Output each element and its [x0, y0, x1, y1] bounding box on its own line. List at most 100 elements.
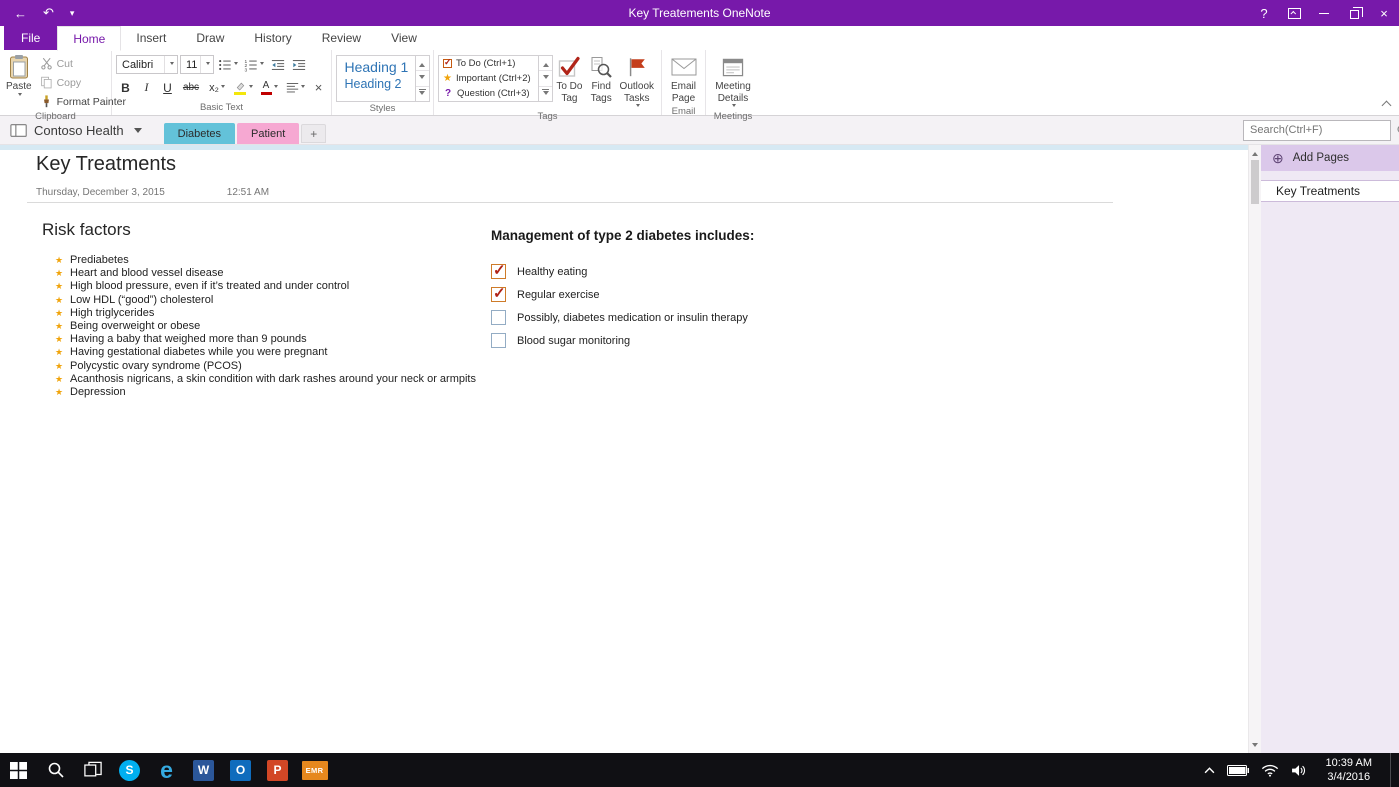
underline-button[interactable]: U	[158, 78, 177, 97]
strikethrough-button[interactable]: abc	[179, 78, 203, 97]
risk-item-text[interactable]: Polycystic ovary syndrome (PCOS)	[70, 360, 242, 373]
checklist-item[interactable]: Possibly, diabetes medication or insulin…	[491, 306, 754, 329]
style-heading-1[interactable]: Heading 1	[337, 56, 415, 76]
todo-tag-button[interactable]: To Do Tag	[553, 53, 586, 110]
risk-item-text[interactable]: Being overweight or obese	[70, 320, 200, 333]
tag-important-item[interactable]: ★ Important (Ctrl+2)	[439, 71, 538, 86]
volume-icon[interactable]	[1291, 764, 1308, 777]
help-button[interactable]: ?	[1249, 0, 1279, 26]
qat-customize-icon[interactable]: ▾	[70, 8, 75, 19]
tab-insert[interactable]: Insert	[121, 26, 181, 50]
tags-scroll-down-button[interactable]	[539, 71, 552, 87]
risk-item-text[interactable]: Having gestational diabetes while you we…	[70, 346, 327, 359]
taskbar-clock[interactable]: 10:39 AM 3/4/2016	[1320, 756, 1378, 785]
collapse-ribbon-icon[interactable]	[1381, 100, 1392, 111]
email-page-button[interactable]: Email Page	[666, 53, 701, 105]
checklist-item-text[interactable]: Regular exercise	[517, 289, 600, 301]
tab-view[interactable]: View	[376, 26, 432, 50]
risk-list-item[interactable]: ★ Heart and blood vessel disease	[42, 267, 476, 280]
management-heading[interactable]: Management of type 2 diabetes includes:	[491, 228, 754, 243]
bullets-button[interactable]	[216, 55, 240, 74]
risk-item-text[interactable]: Having a baby that weighed more than 9 p…	[70, 333, 307, 346]
tag-todo-item[interactable]: To Do (Ctrl+1)	[439, 56, 538, 71]
page-title[interactable]: Key Treatments	[36, 153, 176, 176]
styles-scroll-down-button[interactable]	[415, 71, 429, 87]
notebook-dropdown[interactable]: Contoso Health	[0, 123, 142, 138]
outlook-tasks-button[interactable]: Outlook Tasks	[617, 53, 657, 110]
font-color-button[interactable]: A	[257, 78, 281, 97]
todo-checkbox[interactable]	[491, 310, 506, 325]
back-icon[interactable]: ←	[14, 6, 27, 21]
skype-button[interactable]: S	[111, 753, 148, 787]
numbering-button[interactable]: 123	[242, 55, 266, 74]
font-size-select[interactable]: 11	[180, 55, 214, 74]
bold-button[interactable]: B	[116, 78, 135, 97]
show-desktop-button[interactable]	[1390, 753, 1395, 787]
scroll-down-button[interactable]	[1249, 739, 1261, 753]
task-view-button[interactable]	[74, 753, 111, 787]
wifi-icon[interactable]	[1261, 764, 1279, 777]
vertical-scrollbar[interactable]	[1248, 145, 1261, 753]
search-input[interactable]	[1244, 124, 1396, 136]
add-section-button[interactable]: +	[301, 124, 327, 143]
paragraph-alignment-button[interactable]	[283, 78, 307, 97]
checklist-item[interactable]: Regular exercise	[491, 283, 754, 306]
scrollbar-thumb[interactable]	[1251, 160, 1259, 204]
risk-list-item[interactable]: ★ Acanthosis nigricans, a skin condition …	[42, 373, 476, 386]
tab-review[interactable]: Review	[307, 26, 376, 50]
scroll-up-button[interactable]	[1249, 145, 1261, 159]
font-name-select[interactable]: Calibri	[116, 55, 178, 74]
tags-scroll-up-button[interactable]	[539, 56, 552, 72]
meeting-details-button[interactable]: Meeting Details	[710, 53, 756, 110]
close-button[interactable]: ×	[1369, 0, 1399, 26]
clear-formatting-button[interactable]: ×	[309, 78, 328, 97]
emr-app-button[interactable]: EMR	[296, 753, 333, 787]
find-tags-button[interactable]: Find Tags	[586, 53, 617, 110]
risk-list-item[interactable]: ★ Low HDL (“good”) cholesterol	[42, 294, 476, 307]
risk-item-text[interactable]: Low HDL (“good”) cholesterol	[70, 294, 213, 307]
tab-history[interactable]: History	[239, 26, 306, 50]
risk-item-text[interactable]: Prediabetes	[70, 254, 129, 267]
page-canvas[interactable]: Key Treatments Thursday, December 3, 201…	[0, 145, 1248, 753]
edge-button[interactable]: e	[148, 753, 185, 787]
risk-factors-outline[interactable]: Risk factors ★ Prediabetes ★ Heart and blo…	[42, 220, 476, 399]
checklist-item-text[interactable]: Blood sugar monitoring	[517, 335, 630, 347]
add-pages-button[interactable]: ⊕ Add Pages	[1261, 145, 1399, 171]
tab-file[interactable]: File	[4, 26, 58, 50]
todo-checkbox[interactable]	[491, 333, 506, 348]
risk-list-item[interactable]: ★ Being overweight or obese	[42, 320, 476, 333]
risk-item-text[interactable]: Depression	[70, 386, 126, 399]
styles-scroll-up-button[interactable]	[415, 56, 429, 72]
todo-checkbox[interactable]	[491, 261, 506, 279]
tag-question-item[interactable]: ? Question (Ctrl+3)	[439, 86, 538, 101]
risk-list-item[interactable]: ★ Depression	[42, 386, 476, 399]
text-highlight-button[interactable]	[231, 78, 255, 97]
word-button[interactable]: W	[185, 753, 222, 787]
risk-list-item[interactable]: ★ High blood pressure, even if it’s treat…	[42, 280, 476, 293]
powerpoint-button[interactable]: P	[259, 753, 296, 787]
paste-button[interactable]: Paste	[4, 53, 34, 110]
italic-button[interactable]: I	[137, 78, 156, 97]
management-outline[interactable]: Management of type 2 diabetes includes: …	[491, 228, 754, 352]
tray-expand-icon[interactable]	[1204, 766, 1215, 774]
risk-item-text[interactable]: High blood pressure, even if it’s treate…	[70, 280, 349, 293]
tab-home[interactable]: Home	[57, 26, 122, 51]
undo-icon[interactable]: ↶	[43, 5, 54, 21]
page-list-item-key-treatments[interactable]: Key Treatments	[1261, 180, 1399, 202]
decrease-indent-button[interactable]	[268, 55, 287, 74]
risk-list-item[interactable]: ★ Having a baby that weighed more than 9 …	[42, 333, 476, 346]
todo-checkbox[interactable]	[491, 284, 506, 302]
checklist-item-text[interactable]: Healthy eating	[517, 266, 587, 278]
battery-icon[interactable]	[1226, 764, 1249, 776]
risk-list-item[interactable]: ★ Polycystic ovary syndrome (PCOS)	[42, 360, 476, 373]
risk-list-item[interactable]: ★ High triglycerides	[42, 307, 476, 320]
start-button[interactable]	[0, 753, 37, 787]
increase-indent-button[interactable]	[289, 55, 308, 74]
section-tab-diabetes[interactable]: Diabetes	[163, 123, 236, 144]
minimize-button[interactable]	[1309, 0, 1339, 26]
checklist-item[interactable]: Healthy eating	[491, 260, 754, 283]
style-heading-2[interactable]: Heading 2	[337, 76, 415, 92]
section-tab-patient[interactable]: Patient	[237, 123, 300, 144]
risk-factors-heading[interactable]: Risk factors	[42, 220, 476, 240]
maximize-button[interactable]	[1339, 0, 1369, 26]
